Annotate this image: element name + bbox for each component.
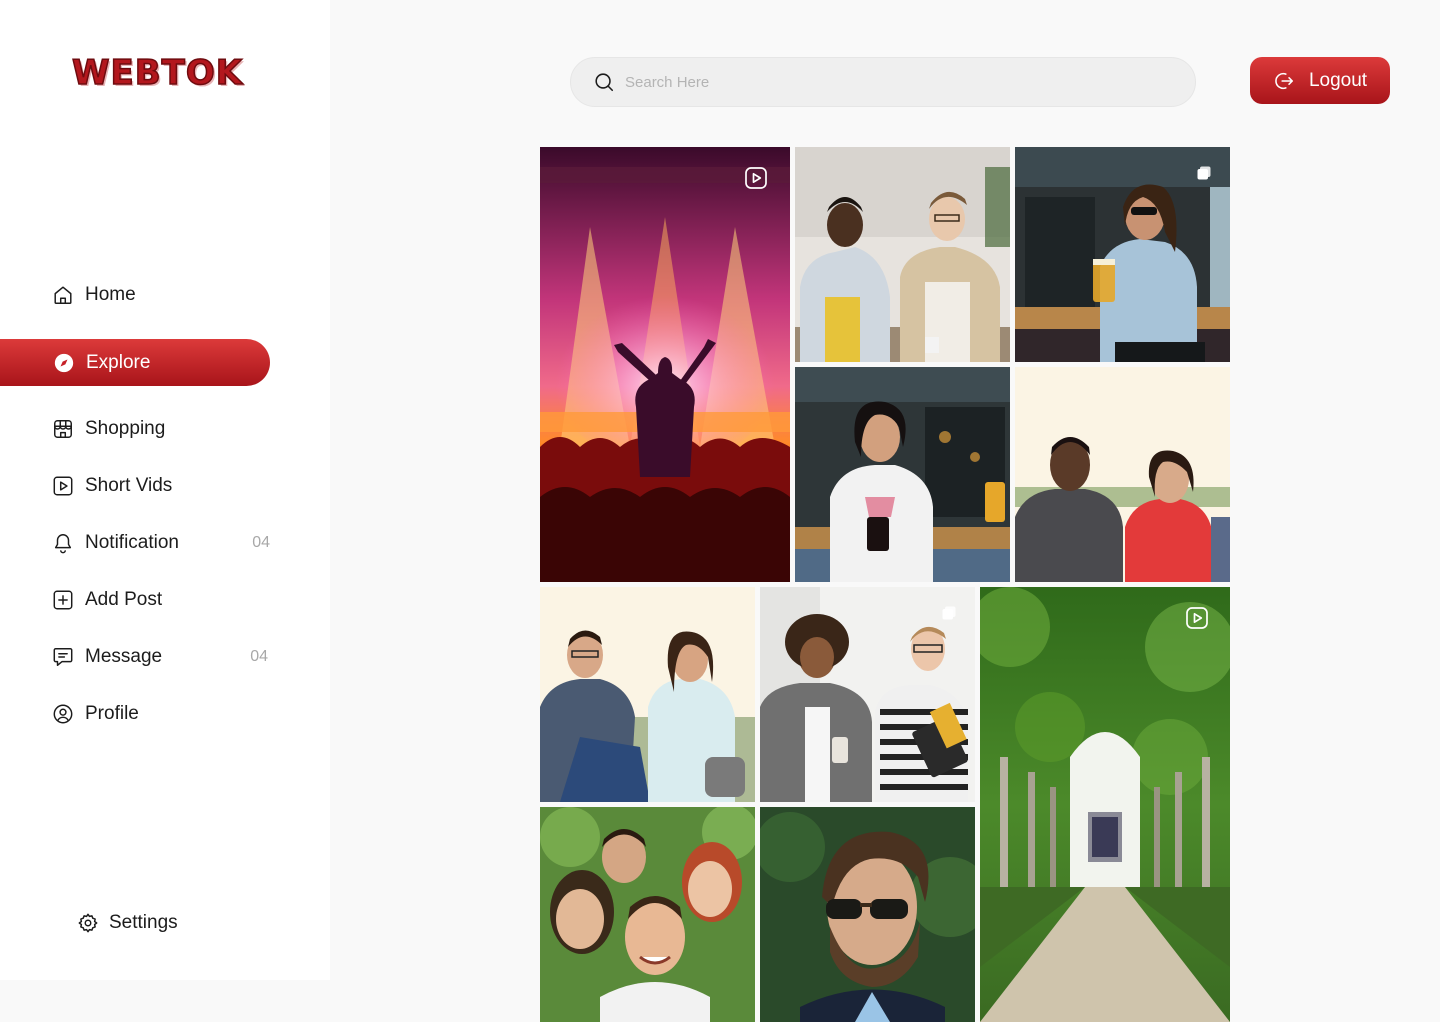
- search-bar[interactable]: [570, 57, 1196, 107]
- message-icon: [52, 646, 74, 668]
- sidebar-item-label: Short Vids: [85, 475, 173, 496]
- settings-label: Settings: [109, 912, 178, 933]
- home-icon: [52, 284, 74, 306]
- post-tile-concert[interactable]: [540, 147, 790, 582]
- gear-icon: [77, 912, 99, 934]
- play-icon: [52, 475, 74, 497]
- notification-count-badge: 04: [252, 534, 270, 551]
- sidebar-item-label: Home: [85, 284, 136, 305]
- logout-label: Logout: [1308, 69, 1368, 91]
- store-icon: [52, 418, 74, 440]
- two-men-photo: [795, 147, 1010, 362]
- carousel-badge-icon: [942, 606, 956, 620]
- settings-button[interactable]: Settings: [77, 912, 178, 934]
- sidebar-item-short-vids[interactable]: Short Vids: [52, 463, 272, 509]
- sidebar-item-add-post[interactable]: Add Post: [52, 577, 272, 623]
- logout-icon: [1275, 72, 1293, 89]
- plus-square-icon: [52, 589, 74, 611]
- compass-icon: [53, 352, 75, 374]
- logo-text: WEBTOK: [71, 52, 244, 94]
- webtok-logo[interactable]: WEBTOK: [71, 52, 258, 94]
- video-badge-icon: [745, 167, 767, 189]
- post-tile-woman-beer[interactable]: [1015, 147, 1230, 362]
- smiling-woman-photo: [795, 367, 1010, 582]
- sidebar-item-label: Shopping: [85, 418, 166, 439]
- carousel-badge-icon: [1197, 166, 1211, 180]
- post-tile-smiling-woman[interactable]: [795, 367, 1010, 582]
- group-selfie-photo: [540, 807, 755, 1022]
- sidebar-item-label: Add Post: [85, 589, 163, 610]
- message-count-badge: 04: [250, 648, 268, 665]
- post-tile-two-men[interactable]: [795, 147, 1010, 362]
- post-tile-laughing-pair[interactable]: [1015, 367, 1230, 582]
- laughing-pair-photo: [1015, 367, 1230, 582]
- logout-button[interactable]: Logout: [1250, 57, 1390, 104]
- post-tile-garden-path[interactable]: [980, 587, 1230, 1022]
- post-tile-man-sunglasses[interactable]: [760, 807, 975, 1022]
- bell-icon: [52, 532, 74, 554]
- garden-path-photo: [980, 587, 1230, 1022]
- sidebar-item-explore[interactable]: Explore: [0, 339, 270, 386]
- search-input[interactable]: [625, 73, 1165, 91]
- sidebar-item-label: Notification: [85, 532, 179, 553]
- sidebar-item-profile[interactable]: Profile: [52, 691, 272, 737]
- video-badge-icon: [1186, 607, 1208, 629]
- sidebar-item-notification[interactable]: Notification 04: [52, 520, 272, 566]
- sidebar: WEBTOK Home Explore Shopping Short Vids: [0, 0, 330, 980]
- sidebar-item-label: Explore: [86, 351, 151, 373]
- post-tile-couple-grass[interactable]: [540, 587, 755, 802]
- couple-grass-photo: [540, 587, 755, 802]
- user-circle-icon: [52, 703, 74, 725]
- man-sunglasses-photo: [760, 807, 975, 1022]
- sidebar-item-message[interactable]: Message 04: [52, 634, 272, 680]
- sidebar-item-shopping[interactable]: Shopping: [52, 406, 272, 452]
- search-icon: [595, 73, 614, 92]
- sidebar-item-home[interactable]: Home: [52, 272, 272, 318]
- post-tile-two-women[interactable]: [760, 587, 975, 802]
- sidebar-item-label: Profile: [85, 703, 139, 724]
- concert-photo: [540, 147, 790, 582]
- sidebar-item-label: Message: [85, 646, 163, 667]
- post-tile-group-selfie[interactable]: [540, 807, 755, 1022]
